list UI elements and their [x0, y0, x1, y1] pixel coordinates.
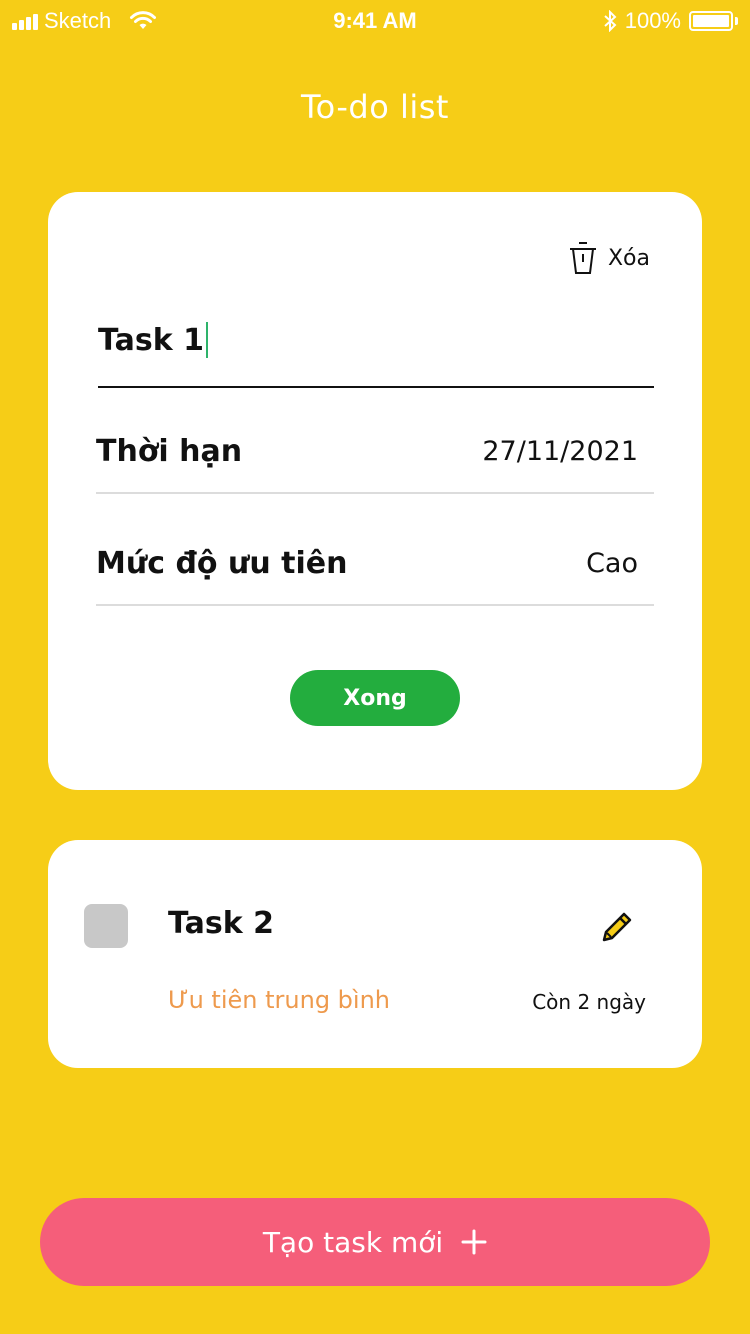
- deadline-value: 27/11/2021: [482, 436, 638, 467]
- task-priority: Ưu tiên trung bình: [168, 986, 390, 1014]
- priority-field[interactable]: Mức độ ưu tiên Cao: [96, 540, 654, 606]
- trash-icon: [569, 242, 596, 274]
- plus-icon: [461, 1229, 487, 1255]
- task-name-text: Task 1: [98, 322, 204, 358]
- deadline-label: Thời hạn: [96, 434, 243, 469]
- task-checkbox[interactable]: [84, 904, 128, 948]
- task-name-value: Task 1: [98, 322, 208, 358]
- text-caret: [205, 322, 208, 358]
- battery-icon: [689, 11, 733, 31]
- create-task-button[interactable]: Tạo task mới: [40, 1198, 710, 1286]
- delete-label: Xóa: [607, 245, 650, 271]
- delete-button[interactable]: Xóa: [568, 240, 650, 276]
- priority-value: Cao: [586, 548, 638, 579]
- deadline-field[interactable]: Thời hạn 27/11/2021: [96, 428, 654, 494]
- pencil-icon[interactable]: [600, 906, 636, 942]
- battery-cap: [735, 17, 738, 25]
- task-name-input[interactable]: Task 1: [98, 316, 654, 388]
- battery-fill: [693, 15, 729, 27]
- task-title: Task 2: [168, 906, 274, 941]
- status-bar: Sketch 9:41 AM 100%: [0, 0, 750, 40]
- task-remaining-days: Còn 2 ngày: [532, 990, 646, 1014]
- page-title: To-do list: [301, 88, 449, 126]
- done-button[interactable]: Xong: [290, 670, 460, 726]
- bluetooth-icon: [604, 10, 617, 32]
- create-task-label: Tạo task mới: [262, 1225, 444, 1259]
- battery-percent: 100%: [624, 8, 681, 33]
- task-card: Task 2 Ưu tiên trung bình Còn 2 ngày: [48, 840, 702, 1068]
- status-bar-right: 100%: [603, 8, 738, 34]
- edit-task-card: Xóa Task 1 Thời hạn 27/11/2021 Mức độ ưu…: [48, 192, 702, 790]
- priority-label: Mức độ ưu tiên: [96, 546, 348, 581]
